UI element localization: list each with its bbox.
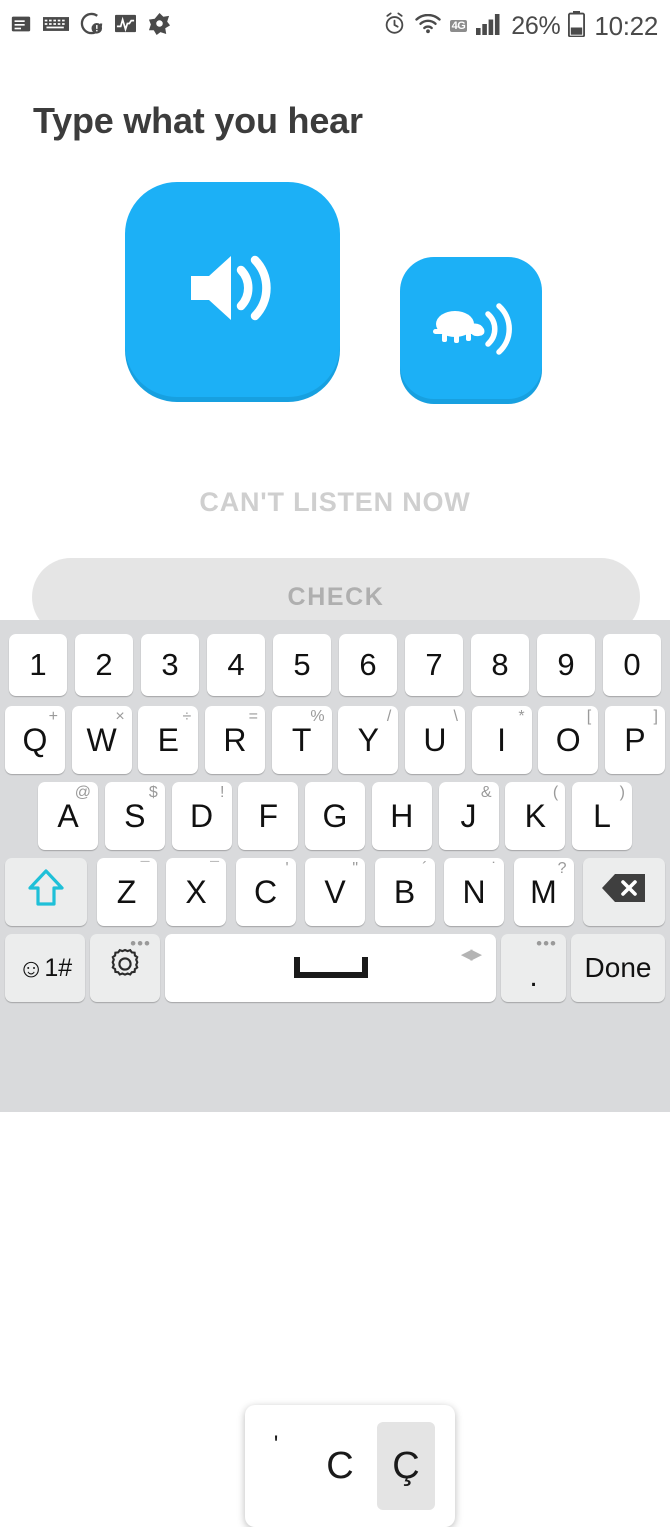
battery-percent-label: 26% (511, 11, 561, 40)
popup-item-c[interactable]: C (307, 1405, 373, 1527)
keyboard-row-zxcv: ¯ Z ¯ X ' C " V ´ B ˙ N ? M (0, 858, 670, 926)
key-1[interactable]: 1 (9, 634, 67, 696)
keyboard-row-bottom: ☺ 1# ••• ◀▶ ••• . Done (0, 934, 670, 1002)
key-g[interactable]: G (305, 782, 365, 850)
key-d[interactable]: ! D (171, 782, 232, 850)
key-m[interactable]: ? M (513, 858, 574, 926)
wifi-icon (414, 13, 441, 39)
play-audio-slow-button[interactable] (400, 257, 542, 399)
exercise-area: Type what you hear CAN'T LISTEN NOW CHEC… (0, 52, 670, 636)
turtle-speaker-icon (430, 296, 512, 361)
gear-icon (108, 947, 142, 989)
activity-monitor-icon (114, 13, 137, 39)
signal-bars-icon (476, 13, 502, 40)
key-p[interactable]: ] P (604, 706, 665, 774)
key-w[interactable]: × W (71, 706, 132, 774)
key-s[interactable]: $ S (104, 782, 165, 850)
key-o[interactable]: [O (538, 706, 599, 774)
period-key[interactable]: ••• . (501, 934, 566, 1002)
settings-more-dots: ••• (130, 934, 151, 953)
key-9[interactable]: 9 (537, 634, 595, 696)
status-bar-left-icons (10, 12, 171, 40)
backspace-key[interactable] (583, 858, 665, 926)
key-8[interactable]: 8 (471, 634, 529, 696)
keyboard-row-qwerty: + Q × W ÷ E = R % T / Y \ U * I [O ] P (0, 706, 670, 774)
space-bar-icon (293, 950, 369, 987)
key-y[interactable]: / Y (338, 706, 399, 774)
key-5[interactable]: 5 (273, 634, 331, 696)
key-u[interactable]: \ U (404, 706, 465, 774)
key-v[interactable]: " V (305, 858, 365, 926)
key-b[interactable]: ´ B (374, 858, 435, 926)
keyboard-icon (43, 15, 69, 38)
key-0[interactable]: 0 (603, 634, 661, 696)
key-3[interactable]: 3 (141, 634, 199, 696)
page-title: Type what you hear (33, 100, 363, 141)
alarm-icon (383, 12, 406, 40)
key-i[interactable]: * I (471, 706, 532, 774)
character-variants-popup[interactable]: ' C Ç (245, 1405, 455, 1527)
popup-item-c-cedilla[interactable]: Ç (377, 1422, 435, 1510)
shift-arrow-icon (26, 867, 66, 917)
status-bar: 4G 26% 10:22 (0, 0, 670, 52)
symbols-key[interactable]: ☺ 1# (5, 934, 85, 1002)
battery-icon (568, 10, 586, 42)
keyboard-row-numbers: 1 2 3 4 5 6 7 8 9 0 (0, 634, 670, 696)
key-a[interactable]: @ A (38, 782, 98, 850)
avast-icon (148, 12, 171, 40)
notes-icon (10, 13, 32, 40)
space-key[interactable]: ◀▶ (165, 934, 496, 1002)
on-screen-keyboard: 1 2 3 4 5 6 7 8 9 0 + Q × W ÷ E = R % T / Y \ U… (0, 620, 670, 1527)
status-bar-right-icons: 4G 26% 10:22 (383, 10, 658, 42)
key-x[interactable]: ¯ X (166, 858, 226, 926)
network-type-badge: 4G (449, 20, 468, 32)
key-t[interactable]: % T (271, 706, 332, 774)
emoji-icon: ☺ (17, 952, 45, 983)
key-e[interactable]: ÷ E (138, 706, 199, 774)
key-c[interactable]: ' C (235, 858, 296, 926)
key-l[interactable]: ) L (572, 782, 632, 850)
play-audio-button[interactable] (125, 182, 340, 397)
key-h[interactable]: H (371, 782, 432, 850)
do-not-disturb-icon (80, 12, 103, 40)
popup-item-apostrophe[interactable]: ' (245, 1405, 307, 1527)
cant-listen-now-button[interactable]: CAN'T LISTEN NOW (0, 487, 670, 518)
cursor-arrows-icon: ◀▶ (460, 946, 482, 963)
backspace-icon (601, 872, 647, 912)
key-j[interactable]: & J (438, 782, 499, 850)
key-4[interactable]: 4 (207, 634, 265, 696)
key-r[interactable]: = R (204, 706, 265, 774)
keyboard-row-asdf: @ A $ S ! D F G H & J (K ) L (0, 782, 670, 850)
period-more-dots: ••• (536, 934, 557, 953)
shift-key[interactable] (5, 858, 87, 926)
speaker-icon (179, 244, 287, 335)
key-7[interactable]: 7 (405, 634, 463, 696)
clock-label: 10:22 (594, 11, 658, 41)
key-6[interactable]: 6 (339, 634, 397, 696)
key-f[interactable]: F (238, 782, 299, 850)
key-q[interactable]: + Q (5, 706, 65, 774)
key-2[interactable]: 2 (75, 634, 133, 696)
done-key[interactable]: Done (571, 934, 665, 1002)
key-k[interactable]: (K (505, 782, 566, 850)
key-n[interactable]: ˙ N (444, 858, 504, 926)
keyboard-settings-key[interactable]: ••• (90, 934, 160, 1002)
key-z[interactable]: ¯ Z (96, 858, 157, 926)
